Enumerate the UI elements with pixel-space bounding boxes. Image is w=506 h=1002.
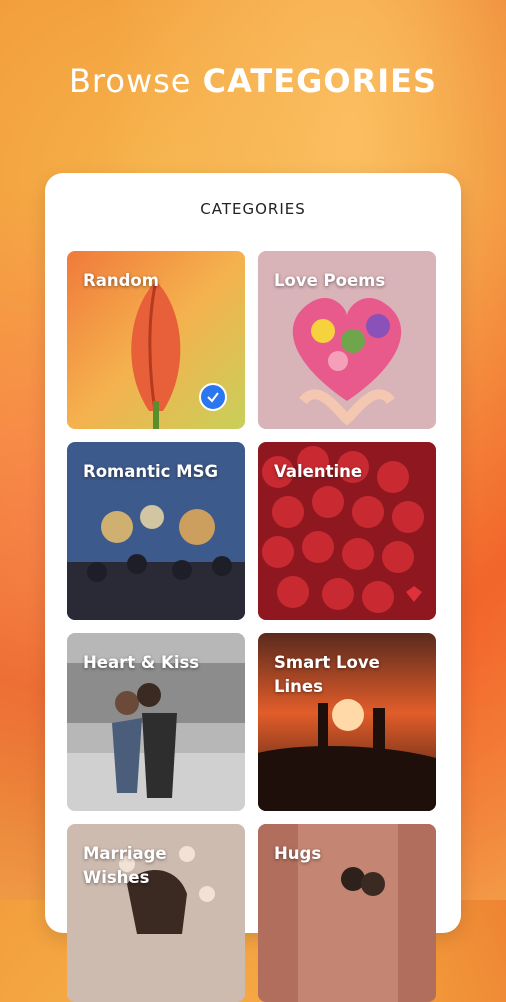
category-label: Marriage Wishes	[83, 844, 167, 887]
category-label: Heart & Kiss	[83, 653, 200, 672]
category-tile-romantic-msg[interactable]: Romantic MSG	[67, 442, 245, 620]
category-label: Valentine	[274, 462, 363, 481]
page-headline: Browse CATEGORIES	[0, 62, 506, 100]
category-label: Smart Love Lines	[274, 653, 380, 696]
headline-categories: CATEGORIES	[202, 62, 438, 100]
category-tile-heart-kiss[interactable]: Heart & Kiss	[67, 633, 245, 811]
category-tile-marriage-wishes[interactable]: Marriage Wishes	[67, 824, 245, 1002]
category-label: Random	[83, 271, 159, 290]
headline-browse: Browse	[68, 62, 192, 100]
category-tile-valentine[interactable]: Valentine	[258, 442, 436, 620]
category-tile-hugs[interactable]: Hugs	[258, 824, 436, 1002]
panel-title: CATEGORIES	[200, 200, 306, 218]
category-label: Hugs	[274, 844, 322, 863]
category-label: Love Poems	[274, 271, 386, 290]
check-icon	[199, 383, 227, 411]
category-tile-smart-love-lines[interactable]: Smart Love Lines	[258, 633, 436, 811]
category-label: Romantic MSG	[83, 462, 219, 481]
categories-panel: CATEGORIES Random Love Poems Romantic MS…	[45, 173, 461, 1002]
category-tile-love-poems[interactable]: Love Poems	[258, 251, 436, 429]
category-tile-random[interactable]: Random	[67, 251, 245, 429]
